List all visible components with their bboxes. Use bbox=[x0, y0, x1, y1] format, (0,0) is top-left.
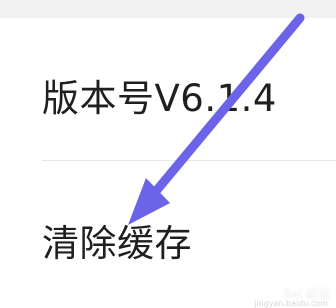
clear-cache-row[interactable]: 清除缓存 bbox=[0, 206, 336, 280]
version-label: 版本号V6.1.4 bbox=[42, 76, 277, 120]
clear-cache-label: 清除缓存 bbox=[42, 221, 192, 265]
settings-list: 版本号V6.1.4 清除缓存 bbox=[0, 18, 336, 308]
top-strip bbox=[0, 0, 336, 18]
watermark-url: jingyan.baidu.com bbox=[254, 299, 328, 308]
version-row: 版本号V6.1.4 bbox=[0, 58, 336, 138]
divider bbox=[42, 160, 336, 161]
